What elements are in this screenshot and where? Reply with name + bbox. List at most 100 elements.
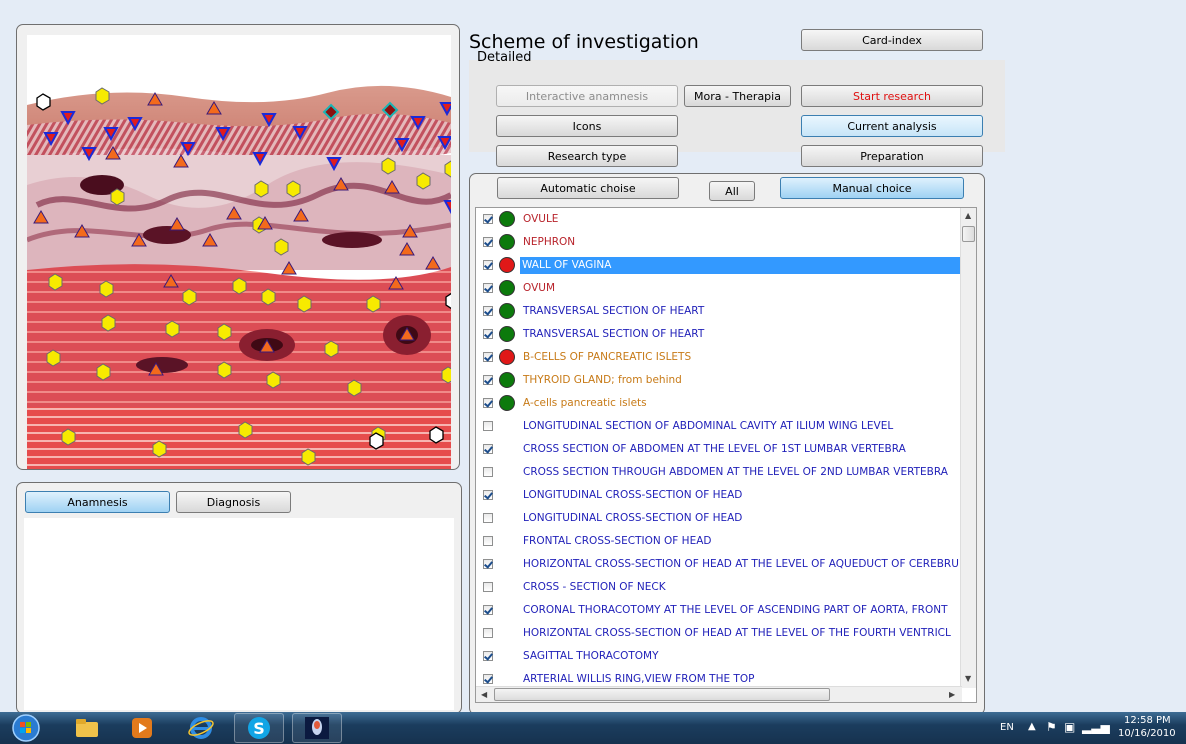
current-analysis-button[interactable]: Current analysis bbox=[801, 115, 983, 137]
research-type-button[interactable]: Research type bbox=[496, 145, 678, 167]
item-checkbox[interactable] bbox=[483, 444, 493, 454]
list-item[interactable]: CROSS SECTION THROUGH ABDOMEN AT THE LEV… bbox=[476, 461, 962, 484]
item-checkbox[interactable] bbox=[483, 398, 493, 408]
tray-time[interactable]: 12:58 PM bbox=[1124, 715, 1171, 726]
action-center-flag-icon[interactable]: ⚑ bbox=[1046, 720, 1057, 734]
scroll-right-icon[interactable]: ▶ bbox=[949, 690, 955, 699]
list-item-label: CROSS SECTION OF ABDOMEN AT THE LEVEL OF… bbox=[523, 443, 906, 455]
list-item[interactable]: LONGITUDINAL CROSS-SECTION OF HEAD bbox=[476, 484, 962, 507]
tab-diagnosis[interactable]: Diagnosis bbox=[176, 491, 291, 513]
item-checkbox[interactable] bbox=[483, 214, 493, 224]
list-item-label: HORIZONTAL CROSS-SECTION OF HEAD AT THE … bbox=[523, 558, 959, 570]
item-checkbox[interactable] bbox=[483, 352, 493, 362]
automatic-choice-button[interactable]: Automatic choise bbox=[497, 177, 679, 199]
list-item-label: LONGITUDINAL SECTION OF ABDOMINAL CAVITY… bbox=[523, 420, 894, 432]
status-indicator-icon bbox=[499, 257, 515, 273]
list-item[interactable]: THYROID GLAND; from behind bbox=[476, 369, 962, 392]
list-item[interactable]: HORIZONTAL CROSS-SECTION OF HEAD AT THE … bbox=[476, 622, 962, 645]
item-checkbox[interactable] bbox=[483, 651, 493, 661]
tray-language[interactable]: EN bbox=[1000, 722, 1014, 733]
scroll-down-icon[interactable]: ▼ bbox=[965, 674, 971, 683]
item-checkbox[interactable] bbox=[483, 628, 493, 638]
list-item-label: TRANSVERSAL SECTION OF HEART bbox=[523, 305, 705, 317]
list-item[interactable]: FRONTAL CROSS-SECTION OF HEAD bbox=[476, 530, 962, 553]
item-checkbox[interactable] bbox=[483, 605, 493, 615]
list-item[interactable]: OVULE bbox=[476, 208, 962, 231]
item-checkbox[interactable] bbox=[483, 490, 493, 500]
list-item-label: LONGITUDINAL CROSS-SECTION OF HEAD bbox=[523, 512, 743, 524]
list-item[interactable]: OVUM bbox=[476, 277, 962, 300]
list-item-label: FRONTAL CROSS-SECTION OF HEAD bbox=[523, 535, 712, 547]
list-item[interactable]: LONGITUDINAL CROSS-SECTION OF HEAD bbox=[476, 507, 962, 530]
item-checkbox[interactable] bbox=[483, 237, 493, 247]
list-item-label: NEPHRON bbox=[523, 236, 576, 248]
list-item-label: B-CELLS OF PANCREATIC ISLETS bbox=[523, 351, 692, 363]
item-checkbox[interactable] bbox=[483, 559, 493, 569]
item-checkbox[interactable] bbox=[483, 467, 493, 477]
list-item[interactable]: TRANSVERSAL SECTION OF HEART bbox=[476, 323, 962, 346]
scroll-up-icon[interactable]: ▲ bbox=[965, 211, 971, 220]
item-checkbox[interactable] bbox=[483, 582, 493, 592]
windows-taskbar: S EN ▲ ⚑ ▣ ▂▃▅ 12:58 PM 10/16/2010 bbox=[0, 712, 1186, 744]
status-indicator-icon bbox=[499, 234, 515, 250]
power-icon[interactable]: ▣ bbox=[1064, 720, 1075, 734]
list-item-label: SAGITTAL THORACOTOMY bbox=[523, 650, 659, 662]
scroll-left-icon[interactable]: ◀ bbox=[481, 690, 487, 699]
list-item[interactable]: WALL OF VAGINA bbox=[476, 254, 963, 277]
anamnesis-text-area[interactable] bbox=[24, 518, 454, 710]
horizontal-scrollbar[interactable]: ◀ ▶ bbox=[476, 686, 962, 702]
list-item[interactable]: HORIZONTAL CROSS-SECTION OF HEAD AT THE … bbox=[476, 553, 962, 576]
status-indicator-icon bbox=[499, 211, 515, 227]
status-indicator-icon bbox=[499, 326, 515, 342]
mora-therapia-button[interactable]: Mora - Therapia bbox=[684, 85, 791, 107]
explorer-folder-icon[interactable] bbox=[62, 713, 112, 743]
list-item-label: OVUM bbox=[523, 282, 556, 294]
list-item[interactable]: CORONAL THORACOTOMY AT THE LEVEL OF ASCE… bbox=[476, 599, 962, 622]
start-research-button[interactable]: Start research bbox=[801, 85, 983, 107]
start-orb-icon[interactable] bbox=[6, 713, 46, 743]
list-item[interactable]: NEPHRON bbox=[476, 231, 962, 254]
item-checkbox[interactable] bbox=[483, 421, 493, 431]
list-item-label: HORIZONTAL CROSS-SECTION OF HEAD AT THE … bbox=[523, 627, 951, 639]
internet-explorer-icon[interactable] bbox=[176, 713, 226, 743]
icons-button[interactable]: Icons bbox=[496, 115, 678, 137]
tissue-image[interactable] bbox=[27, 35, 451, 469]
list-item[interactable]: LONGITUDINAL SECTION OF ABDOMINAL CAVITY… bbox=[476, 415, 962, 438]
list-item[interactable]: B-CELLS OF PANCREATIC ISLETS bbox=[476, 346, 962, 369]
item-checkbox[interactable] bbox=[483, 536, 493, 546]
status-indicator-icon bbox=[499, 395, 515, 411]
media-player-icon[interactable] bbox=[117, 713, 167, 743]
skype-icon[interactable]: S bbox=[234, 713, 284, 743]
card-index-button[interactable]: Card-index bbox=[801, 29, 983, 51]
vertical-scrollbar[interactable]: ▲ ▼ bbox=[960, 208, 976, 688]
investigation-list[interactable]: OVULE NEPHRON WALL OF VAGINA OVUM TRANSVERSA… bbox=[475, 207, 977, 703]
vertical-scroll-thumb[interactable] bbox=[962, 226, 975, 242]
horizontal-scroll-thumb[interactable] bbox=[494, 688, 830, 701]
status-indicator-icon bbox=[499, 280, 515, 296]
manual-choice-button[interactable]: Manual choice bbox=[780, 177, 964, 199]
app-window-icon[interactable] bbox=[292, 713, 342, 743]
item-checkbox[interactable] bbox=[483, 306, 493, 316]
interactive-anamnesis-button[interactable]: Interactive anamnesis bbox=[496, 85, 678, 107]
list-item[interactable]: CROSS - SECTION OF NECK bbox=[476, 576, 962, 599]
list-item[interactable]: TRANSVERSAL SECTION OF HEART bbox=[476, 300, 962, 323]
list-item-label: CROSS - SECTION OF NECK bbox=[523, 581, 666, 593]
item-checkbox[interactable] bbox=[483, 674, 493, 684]
list-item-label: LONGITUDINAL CROSS-SECTION OF HEAD bbox=[523, 489, 743, 501]
item-checkbox[interactable] bbox=[483, 283, 493, 293]
item-checkbox[interactable] bbox=[483, 260, 493, 270]
item-checkbox[interactable] bbox=[483, 375, 493, 385]
network-signal-icon[interactable]: ▂▃▅ bbox=[1082, 720, 1110, 734]
tray-date[interactable]: 10/16/2010 bbox=[1118, 728, 1176, 739]
tab-anamnesis[interactable]: Anamnesis bbox=[25, 491, 170, 513]
list-item[interactable]: A-cells pancreatic islets bbox=[476, 392, 962, 415]
preparation-button[interactable]: Preparation bbox=[801, 145, 983, 167]
list-item[interactable]: SAGITTAL THORACOTOMY bbox=[476, 645, 962, 668]
all-button[interactable]: All bbox=[709, 181, 755, 201]
list-item[interactable]: CROSS SECTION OF ABDOMEN AT THE LEVEL OF… bbox=[476, 438, 962, 461]
item-checkbox[interactable] bbox=[483, 329, 493, 339]
list-item-label: WALL OF VAGINA bbox=[520, 257, 963, 274]
item-checkbox[interactable] bbox=[483, 513, 493, 523]
tray-show-hidden-icon[interactable]: ▲ bbox=[1028, 721, 1036, 732]
svg-text:S: S bbox=[253, 719, 265, 738]
